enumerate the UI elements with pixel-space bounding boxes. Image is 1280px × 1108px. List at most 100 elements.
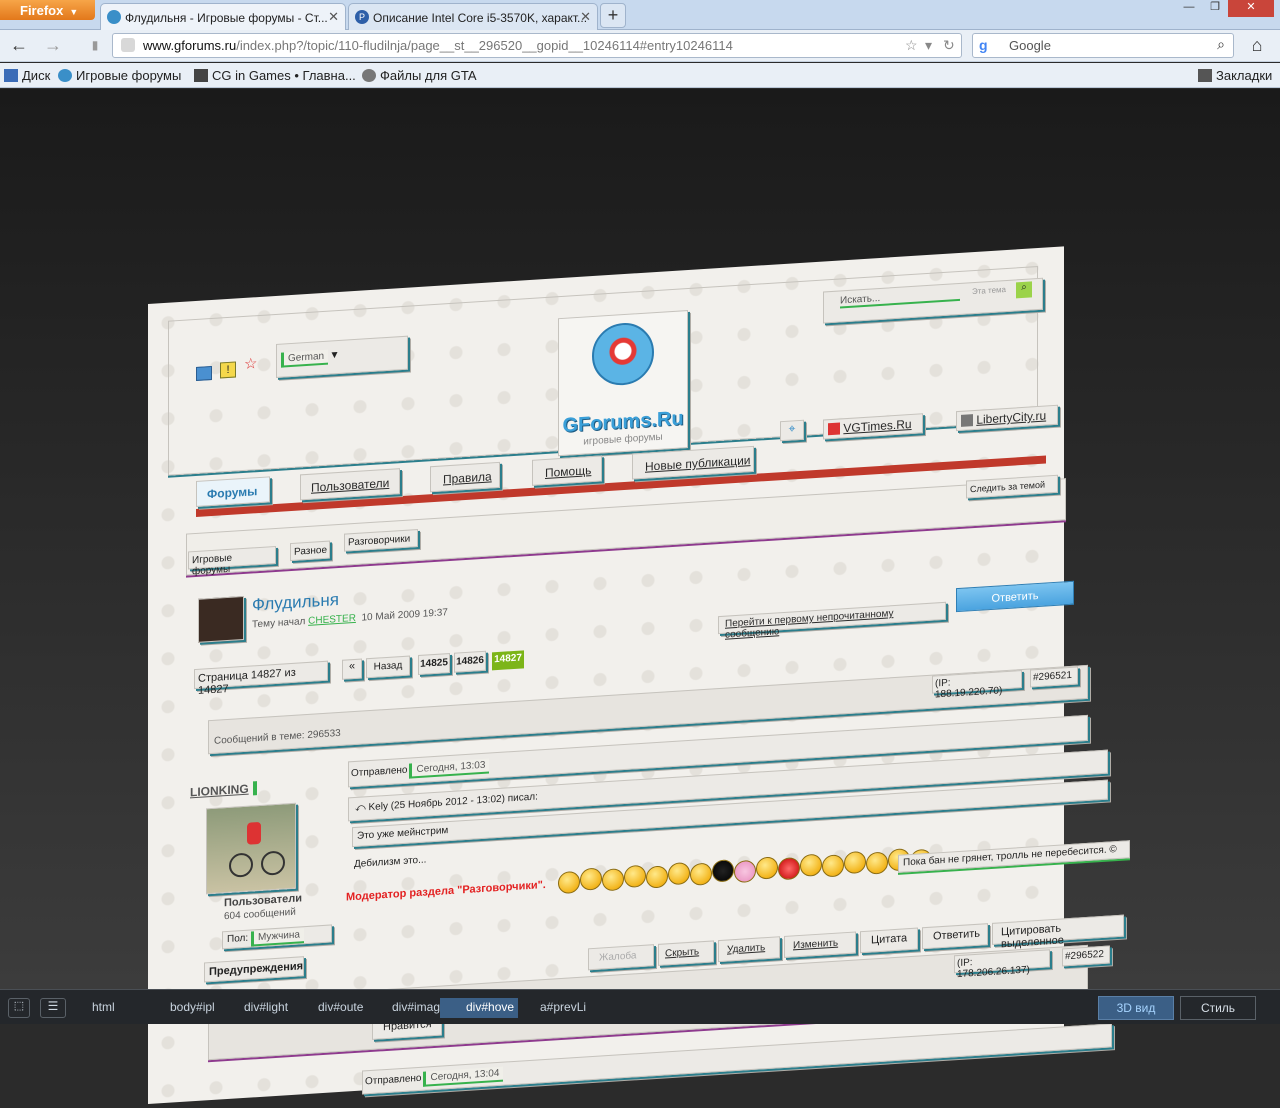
maximize-button[interactable]: ❐ [1202,0,1228,17]
forward-button[interactable]: → [40,34,66,58]
site-identity-icon[interactable] [121,38,135,52]
quote-button[interactable]: Цитата [860,927,918,954]
bookmark-disk[interactable]: Диск [4,68,50,83]
robot-logo-icon [592,321,654,388]
minimize-button[interactable]: — [1176,0,1202,17]
page-14825[interactable]: 14825 [418,652,450,676]
bookmarks-bar: Диск Игровые форумы CG in Games • Главна… [0,63,1280,88]
cg-icon [194,69,208,82]
smiley-emoticon-icon[interactable] [844,850,866,875]
view-3d-button[interactable]: 3D вид [1098,996,1174,1020]
close-window-button[interactable]: ✕ [1228,0,1274,17]
topic-author-link[interactable]: CHESTER [308,613,356,627]
forum-page: ! ☆ German ▾ GForums.Ru игровые форумы И… [148,246,1130,1104]
prev-page-button[interactable]: Назад [366,655,410,679]
search-icon[interactable]: ⌕ [1217,36,1225,53]
logo-block[interactable]: GForums.Ru игровые форумы [558,310,688,457]
dropdown-icon: ▾ [331,347,338,362]
smiley-emoticon-icon[interactable] [690,862,712,886]
bookmark-gta[interactable]: Файлы для GTA [362,68,477,83]
tab-forum[interactable]: Флудильня - Игровые форумы - Ст... ✕ [100,3,346,30]
vgtimes-icon [828,422,840,436]
report-button[interactable]: Жалоба [588,944,654,971]
crumb-div-hover-selected[interactable]: div#hove [440,998,518,1018]
back-button[interactable]: ← [6,34,32,58]
map-icon-block[interactable]: ⌖ [780,419,804,442]
bicycle-wheel [229,852,253,878]
nav-rules[interactable]: Правила [430,461,500,493]
bookmark-star-icon[interactable]: ☆ [905,37,918,54]
unread-link[interactable]: Перейти к первому непрочитанному сообщен… [718,601,946,641]
smiley-emoticon-icon[interactable] [866,851,888,875]
libertycity-icon [961,414,973,427]
edit-button[interactable]: Изменить [784,931,856,958]
breadcrumb-misc[interactable]: Разное [290,540,330,562]
post1-warnings[interactable]: Предупреждения [204,956,304,983]
forum-search-button[interactable]: ⌕ [1016,281,1032,299]
p-favicon-icon: P [355,10,369,24]
smiley-emoticon-icon[interactable] [646,865,668,889]
smiley-emoticon-icon[interactable] [712,859,734,883]
smiley-emoticon-icon[interactable] [734,859,756,884]
crumb-div-image[interactable]: div#imag [392,998,440,1018]
smiley-emoticon-icon[interactable] [756,856,778,880]
crumb-div-light[interactable]: div#light [244,998,288,1018]
style-button[interactable]: Стиль [1180,996,1256,1020]
google-icon[interactable]: g [979,37,995,53]
reload-icon[interactable]: ↻ [943,37,955,54]
crumb-body[interactable]: body#ipl [170,998,215,1018]
tab-intel[interactable]: P Описание Intel Core i5-3570K, характ..… [348,3,598,30]
disk-icon [4,69,18,82]
topic-avatar[interactable] [198,595,244,643]
forum-favicon-icon [107,10,121,24]
bookmarks-menu[interactable]: Закладки [1198,68,1272,83]
crumb-div-outer[interactable]: div#oute [318,998,363,1018]
reply-button[interactable]: Ответить [956,580,1074,613]
mail-icon[interactable] [196,365,212,381]
post1-postcount: 604 сообщений [224,906,296,923]
search-bar[interactable]: g Google ⌕ [972,33,1234,58]
crumb-html[interactable]: html [92,998,115,1018]
post2-id-link[interactable]: #296522 [1062,945,1110,967]
close-tab-icon[interactable]: ✕ [580,9,591,25]
search-scope[interactable]: Эта тема [972,285,1006,296]
bicycle-wheel [261,850,285,876]
nav-users[interactable]: Пользователи [300,468,400,501]
firefox-menu-button[interactable]: Firefox ▼ [0,0,95,20]
nav-help[interactable]: Помощь [532,455,602,486]
close-tab-icon[interactable]: ✕ [328,9,339,25]
delete-button[interactable]: Удалить [718,936,780,963]
crumb-a-prevlink[interactable]: a#prevLi [540,998,586,1018]
post-reply-button[interactable]: Ответить [922,923,988,950]
smiley-emoticon-icon[interactable] [558,870,580,895]
new-tab-button[interactable]: + [600,3,626,28]
bookmark-forums[interactable]: Игровые форумы [58,68,181,83]
url-bar[interactable]: www.gforums.ru/index.php?/topic/110-flud… [112,33,962,58]
smiley-emoticon-icon[interactable] [624,864,646,889]
post1-user-photo[interactable] [206,802,296,895]
page-14826[interactable]: 14826 [454,650,486,673]
home-icon[interactable]: ⌂ [1244,34,1270,58]
history-dropdown-icon[interactable]: ▾ [925,37,932,54]
inspect-icon[interactable]: ⬚ [8,998,30,1018]
smiley-emoticon-icon[interactable] [800,853,822,877]
quote-selected-button[interactable]: Цитировать выделенное [992,914,1124,950]
post1-id-link[interactable]: #296521 [1030,666,1078,688]
smiley-emoticon-icon[interactable] [668,861,690,886]
first-page-button[interactable]: « [342,658,362,680]
forum-search-input[interactable]: Искать... [840,287,960,309]
post1-body: Дебилизм это... [354,854,427,871]
bookmark-cg[interactable]: CG in Games • Главна... [194,68,356,83]
smiley-emoticon-icon[interactable] [822,854,844,878]
smiley-emoticon-icon[interactable] [580,867,602,891]
post1-gender: Пол: Мужчина [222,924,332,950]
markup-panel-icon[interactable]: ☰ [40,998,66,1018]
notification-icon[interactable]: ! [220,361,236,379]
hide-button[interactable]: Скрыть [658,940,714,966]
smiley-emoticon-icon[interactable] [778,856,800,881]
favorite-star-icon[interactable]: ☆ [244,355,260,374]
smiley-emoticon-icon[interactable] [602,868,624,892]
nav-forums[interactable]: Форумы [196,476,270,507]
post1-author[interactable]: LIONKING [190,781,257,800]
gta-icon [362,69,376,82]
